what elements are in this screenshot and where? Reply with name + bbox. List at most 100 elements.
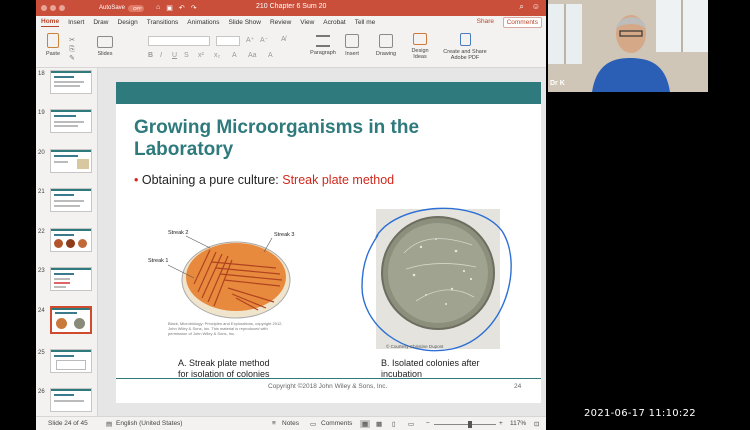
design-ideas-button[interactable]: Design Ideas: [408, 33, 432, 60]
figure-b-caption-line1: B. Isolated colonies after: [381, 358, 480, 368]
streak-3-label: Streak 3: [274, 232, 294, 238]
insert-label: Insert: [345, 51, 359, 57]
zoom-out-icon[interactable]: −: [426, 420, 430, 427]
ribbon-home: Paste ✂ ⎘ ✎ Slides A⁺ A⁻ A̸ B I U S x² x…: [36, 30, 546, 68]
zoom-slider-track[interactable]: [434, 424, 496, 425]
text-effects-icon[interactable]: A: [268, 52, 273, 59]
slide-thumbnail[interactable]: [50, 267, 92, 291]
title-bar: AutoSave OFF ⌂ ▣ ↶ ↷ 210 Chapter 6 Sum 2…: [36, 0, 546, 16]
highlight-icon[interactable]: Aa: [248, 52, 257, 59]
language-indicator[interactable]: English (United States): [116, 420, 182, 427]
window-controls[interactable]: [41, 5, 65, 11]
slideshow-icon[interactable]: ▭: [408, 420, 414, 428]
underline-icon[interactable]: U: [172, 52, 177, 59]
copy-icon[interactable]: ⎘: [66, 45, 78, 54]
share-button[interactable]: Share: [477, 18, 494, 25]
autosave-toggle[interactable]: OFF: [128, 4, 145, 12]
tab-design[interactable]: Design: [118, 19, 138, 26]
slide-thumbnail[interactable]: [50, 149, 92, 173]
design-ideas-icon: [413, 33, 427, 45]
undo-icon[interactable]: ↶: [179, 4, 185, 12]
paragraph-button[interactable]: Paragraph: [304, 33, 342, 56]
tell-me-search[interactable]: Tell me: [355, 19, 376, 26]
tab-animations[interactable]: Animations: [187, 19, 219, 26]
slides-button[interactable]: Slides: [92, 33, 118, 57]
streak-2-label: Streak 2: [168, 230, 188, 236]
tab-home[interactable]: Home: [41, 18, 60, 27]
strikethrough-icon[interactable]: S: [184, 52, 189, 59]
bullet-highlight: Streak plate method: [282, 173, 395, 187]
thumb-number: 22: [38, 229, 45, 235]
thumb-number: 23: [38, 268, 45, 274]
autosave-control[interactable]: AutoSave OFF: [99, 4, 145, 12]
slide-thumbnail[interactable]: [50, 349, 92, 373]
slide-title[interactable]: Growing Microorganisms in the Laboratory: [134, 117, 464, 161]
tab-slide-show[interactable]: Slide Show: [228, 19, 261, 26]
create-share-label: Create and Share Adobe PDF: [443, 49, 487, 61]
format-painter-icon[interactable]: ✎: [66, 54, 78, 63]
tab-view[interactable]: View: [300, 19, 314, 26]
clear-format-icon[interactable]: A̸: [281, 36, 286, 43]
slide-thumbnail-pane[interactable]: 18 19 20 21 22 23 24 25 26: [36, 68, 98, 416]
tab-draw[interactable]: Draw: [93, 19, 108, 26]
subscript-icon[interactable]: x₂: [214, 52, 220, 59]
close-window-button[interactable]: [41, 5, 47, 11]
minimize-window-button[interactable]: [50, 5, 56, 11]
slide-bullet[interactable]: • Obtaining a pure culture: Streak plate…: [134, 173, 394, 187]
comments-status-icon[interactable]: ▭: [310, 420, 316, 428]
current-slide[interactable]: Growing Microorganisms in the Laboratory…: [116, 82, 541, 403]
slide-editing-canvas[interactable]: Growing Microorganisms in the Laboratory…: [98, 68, 546, 416]
paste-button[interactable]: Paste: [42, 33, 64, 57]
slide-copyright: Copyright ©2018 John Wiley & Sons, Inc.: [268, 383, 388, 390]
tab-transitions[interactable]: Transitions: [147, 19, 179, 26]
slide-thumbnail[interactable]: [50, 70, 92, 94]
font-color-icon[interactable]: A: [232, 52, 237, 59]
bold-icon[interactable]: B: [148, 52, 153, 59]
slide-thumbnail-selected[interactable]: [50, 306, 92, 334]
zoom-slider-thumb[interactable]: [468, 421, 472, 428]
slide-thumbnail[interactable]: [50, 388, 92, 412]
reading-view-icon[interactable]: ▯: [392, 420, 396, 428]
italic-icon[interactable]: I: [160, 52, 162, 59]
status-bar: Slide 24 of 45 ▤ English (United States)…: [36, 416, 546, 430]
tab-insert[interactable]: Insert: [68, 19, 84, 26]
paragraph-label: Paragraph: [310, 50, 336, 56]
slide-thumbnail[interactable]: [50, 188, 92, 212]
maximize-window-button[interactable]: [59, 5, 65, 11]
redo-icon[interactable]: ↷: [191, 4, 197, 12]
normal-view-icon[interactable]: ▦: [360, 420, 371, 428]
slide-thumbnail[interactable]: [50, 228, 92, 252]
save-icon[interactable]: ▣: [166, 4, 173, 12]
figure-b-caption[interactable]: B. Isolated colonies after incubation: [381, 358, 480, 380]
streak-plate-illustration[interactable]: Streak 2 Streak 3 Streak 1: [136, 222, 296, 322]
font-family-dropdown[interactable]: [148, 36, 210, 46]
zoom-in-icon[interactable]: +: [499, 420, 503, 427]
superscript-icon[interactable]: x²: [198, 52, 204, 59]
tab-review[interactable]: Review: [270, 19, 291, 26]
notes-icon[interactable]: ≡: [272, 420, 276, 427]
create-share-pdf-button[interactable]: Create and Share Adobe PDF: [436, 33, 494, 61]
comments-button[interactable]: Comments: [502, 17, 542, 28]
zoom-level[interactable]: 117%: [510, 420, 526, 427]
tab-acrobat[interactable]: Acrobat: [323, 19, 345, 26]
cut-icon[interactable]: ✂: [66, 36, 78, 45]
home-icon[interactable]: ⌂: [156, 4, 160, 12]
grow-font-icon[interactable]: A⁺: [246, 36, 254, 44]
insert-button[interactable]: Insert: [340, 33, 364, 57]
drawing-button[interactable]: Drawing: [372, 33, 400, 57]
shrink-font-icon[interactable]: A⁻: [260, 36, 268, 44]
notes-button[interactable]: Notes: [282, 420, 299, 427]
comments-status-button[interactable]: Comments: [321, 420, 352, 427]
spellcheck-icon[interactable]: ▤: [106, 420, 112, 428]
slide-sorter-icon[interactable]: ▩: [376, 420, 382, 428]
figure-a-caption-line1: A. Streak plate method: [178, 358, 270, 368]
clipboard-tools: ✂ ⎘ ✎: [66, 36, 78, 63]
search-icon[interactable]: ⌕: [519, 2, 523, 12]
fit-slide-icon[interactable]: ⊡: [534, 420, 539, 428]
slides-label: Slides: [97, 51, 113, 57]
webcam-name-label: Dr K: [550, 80, 565, 87]
font-size-dropdown[interactable]: [216, 36, 240, 46]
figure-a-caption[interactable]: A. Streak plate method for isolation of …: [178, 358, 270, 380]
slide-thumbnail[interactable]: [50, 109, 92, 133]
profile-icon[interactable]: ☺: [532, 2, 540, 12]
